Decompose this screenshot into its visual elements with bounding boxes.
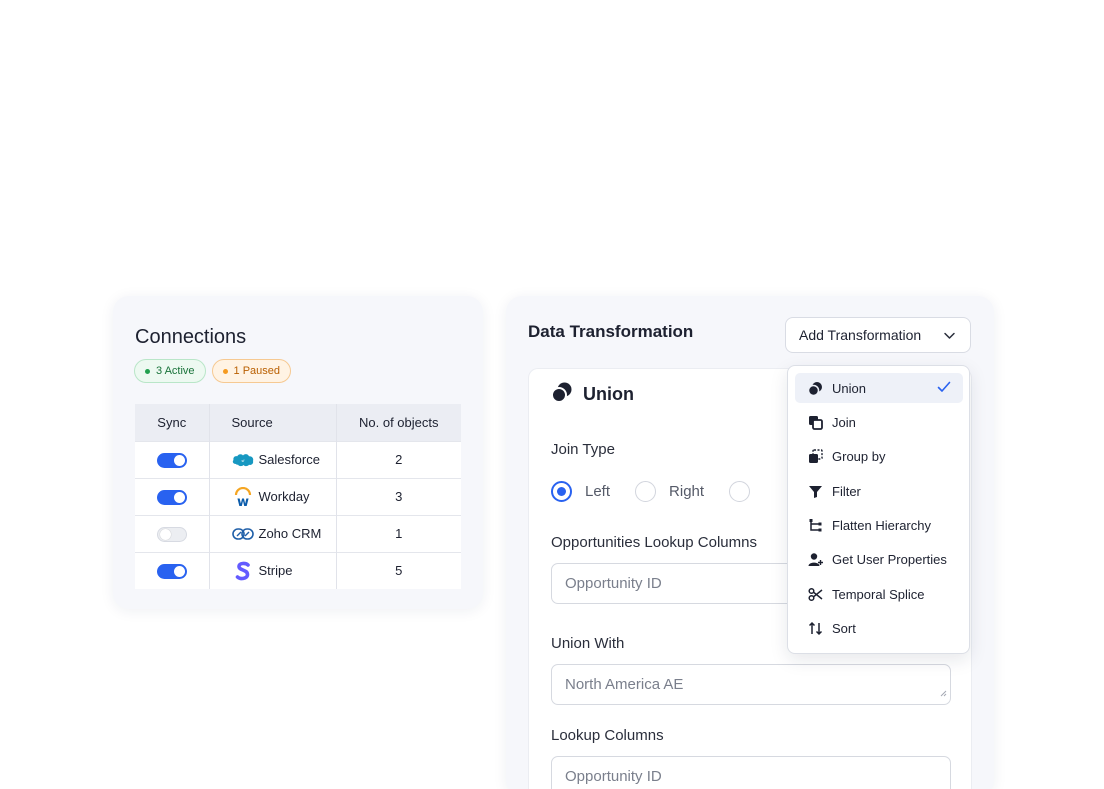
radio-other[interactable] xyxy=(729,481,751,502)
svg-text:w: w xyxy=(236,495,248,507)
radio-right[interactable] xyxy=(635,481,657,502)
menu-item-get-user-properties[interactable]: Get User Properties xyxy=(795,544,963,574)
header-sync: Sync xyxy=(135,404,210,441)
object-count: 2 xyxy=(336,440,461,478)
sync-toggle-salesforce[interactable] xyxy=(156,452,187,468)
join-type-label: Join Type xyxy=(551,441,615,458)
table-row: Zoho CRM 1 xyxy=(135,514,461,552)
table-header-row: Sync Source No. of objects xyxy=(135,404,461,441)
union-with-label: Union With xyxy=(551,635,625,652)
menu-item-join[interactable]: Join xyxy=(795,407,963,437)
object-count: 1 xyxy=(336,514,461,552)
resize-grip-icon[interactable] xyxy=(939,684,947,701)
table-row: sf Salesforce 2 xyxy=(135,440,461,478)
menu-item-flatten-hierarchy[interactable]: Flatten Hierarchy xyxy=(795,510,963,540)
menu-item-filter[interactable]: Filter xyxy=(795,476,963,506)
status-badges: 3 Active 1 Paused xyxy=(134,359,292,383)
table-row: w Workday 3 xyxy=(135,477,461,515)
union-icon xyxy=(807,380,823,396)
filter-icon xyxy=(807,483,823,499)
source-name: Workday xyxy=(258,489,310,504)
scissors-icon xyxy=(807,586,823,602)
union-title: Union xyxy=(583,384,634,404)
chevron-down-icon xyxy=(943,329,956,345)
menu-item-group-by[interactable]: Group by xyxy=(795,441,963,471)
header-count: No. of objects xyxy=(336,404,461,441)
lookup-columns-label: Lookup Columns xyxy=(551,727,664,744)
sync-toggle-stripe[interactable] xyxy=(156,563,187,579)
active-badge: 3 Active xyxy=(134,359,206,383)
active-dot-icon xyxy=(145,368,150,374)
menu-item-union[interactable]: Union xyxy=(795,373,963,403)
zoho-icon xyxy=(231,525,254,543)
paused-dot-icon xyxy=(222,368,228,374)
salesforce-icon: sf xyxy=(232,451,254,469)
flatten-hierarchy-icon xyxy=(807,517,823,533)
connections-card: Connections 3 Active 1 Paused Sync Sourc… xyxy=(113,296,483,609)
lookup-columns-input[interactable]: Opportunity ID xyxy=(551,756,951,789)
radio-left-label: Left xyxy=(585,483,611,500)
source-name: Salesforce xyxy=(258,452,320,467)
object-count: 3 xyxy=(336,477,461,515)
menu-item-sort[interactable]: Sort xyxy=(795,613,963,643)
opp-lookup-label: Opportunities Lookup Columns xyxy=(551,534,757,551)
join-type-options: Left Right xyxy=(551,481,751,502)
source-name: Zoho CRM xyxy=(258,526,322,541)
union-with-input[interactable]: North America AE xyxy=(551,664,951,705)
group-by-icon xyxy=(807,448,823,464)
join-icon xyxy=(807,414,823,430)
transformation-title: Data Transformation xyxy=(528,322,694,341)
workday-icon: w xyxy=(232,486,254,507)
source-name: Stripe xyxy=(258,563,293,579)
check-icon xyxy=(937,381,951,396)
sort-icon xyxy=(807,620,823,636)
radio-right-label: Right xyxy=(669,483,705,500)
sync-toggle-zoho[interactable] xyxy=(156,526,187,542)
user-properties-icon xyxy=(807,551,823,567)
radio-left[interactable] xyxy=(551,481,572,502)
connections-table: Sync Source No. of objects sf Salesforce… xyxy=(135,404,461,589)
paused-badge: 1 Paused xyxy=(211,359,292,383)
table-row: Stripe 5 xyxy=(135,551,461,589)
menu-item-temporal-splice[interactable]: Temporal Splice xyxy=(795,579,963,609)
transformation-dropdown: Union Join Group by Filter Flatten Hiera… xyxy=(787,365,970,654)
stripe-icon xyxy=(232,561,254,581)
header-source: Source xyxy=(209,404,337,441)
connections-title: Connections xyxy=(135,326,247,348)
object-count: 5 xyxy=(336,551,461,589)
union-header: Union xyxy=(551,381,634,408)
union-icon xyxy=(551,381,573,408)
sync-toggle-workday[interactable] xyxy=(156,489,187,505)
add-transformation-button[interactable]: Add Transformation xyxy=(785,317,971,353)
